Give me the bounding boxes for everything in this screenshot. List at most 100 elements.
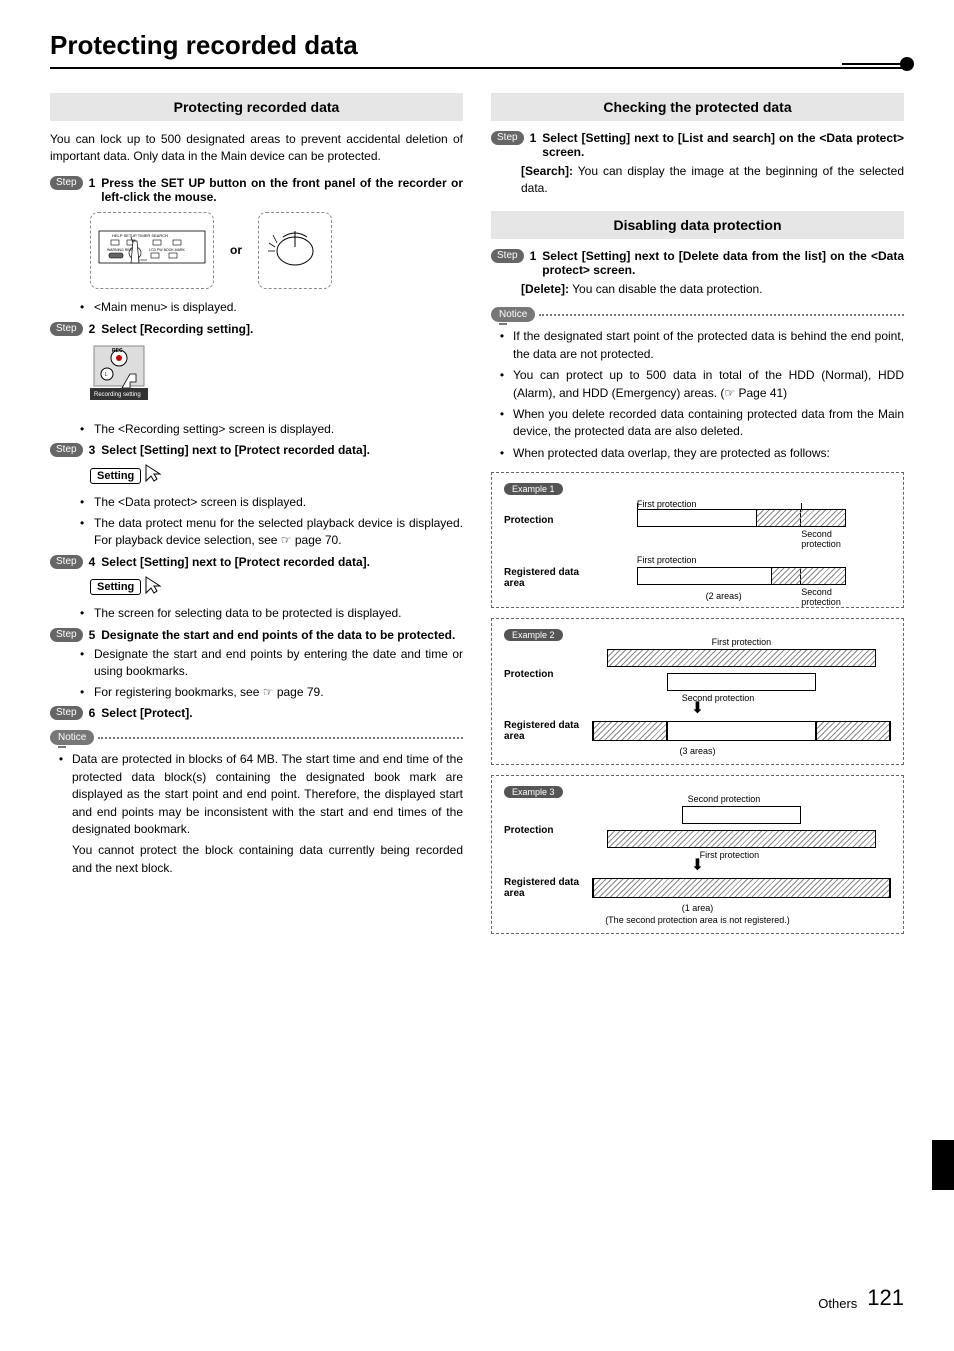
notice-r1: •If the designated start point of the pr… <box>491 328 904 363</box>
page-title: Protecting recorded data <box>50 30 904 69</box>
step-number: 1 <box>89 176 96 204</box>
svg-text:L: L <box>105 372 108 378</box>
step-1-text: Press the SET UP button on the front pan… <box>101 176 463 204</box>
step-badge: Step <box>491 249 524 263</box>
step-badge: Step <box>50 322 83 336</box>
step-1-result: •<Main menu> is displayed. <box>80 299 463 316</box>
notice-r2: •You can protect up to 500 data in total… <box>491 367 904 402</box>
example-3-note-1: (1 area) <box>504 903 891 913</box>
step-2-result: •The <Recording setting> screen is displ… <box>80 421 463 438</box>
or-label: or <box>230 243 242 257</box>
step-badge: Step <box>50 443 83 457</box>
protection-bar: Second protection First protection <box>592 806 891 856</box>
step-number: 3 <box>89 443 96 457</box>
example-1-badge: Example 1 <box>504 483 563 495</box>
svg-text:Recording setting: Recording setting <box>94 392 141 398</box>
step-number: 6 <box>89 706 96 720</box>
search-description: [Search]: You can display the image at t… <box>521 163 904 197</box>
intro-text: You can lock up to 500 designated areas … <box>50 131 463 166</box>
step-5-sub-2: •For registering bookmarks, see ☞ page 7… <box>80 684 463 701</box>
registered-bar: First protection Secondprotection (2 are… <box>592 561 891 595</box>
step-5-text: Designate the start and end points of th… <box>101 628 463 642</box>
section-protecting: Protecting recorded data <box>50 93 463 121</box>
svg-text:HELP SETUP TIMER SEARCH: HELP SETUP TIMER SEARCH <box>112 233 168 238</box>
step-badge: Step <box>50 628 83 642</box>
notice-r4: •When protected data overlap, they are p… <box>491 445 904 462</box>
step-number: 2 <box>89 322 96 336</box>
step-4-result: •The screen for selecting data to be pro… <box>80 605 463 622</box>
example-3: Example 3 Protection Second protection F… <box>491 775 904 934</box>
page-footer: Others 121 <box>818 1285 904 1311</box>
registered-bar <box>592 721 891 741</box>
right-column: Checking the protected data Step 1 Selec… <box>491 79 904 944</box>
setup-illustration: HELP SETUP TIMER SEARCH WARNING RESET LC… <box>90 212 463 289</box>
delete-description: [Delete]: You can disable the data prote… <box>521 281 904 298</box>
notice-divider: Notice <box>50 730 463 745</box>
example-2-badge: Example 2 <box>504 629 563 641</box>
example-2-note: (3 areas) <box>504 746 891 756</box>
section-disabling: Disabling data protection <box>491 211 904 239</box>
disabling-step-1-text: Select [Setting] next to [Delete data fr… <box>542 249 904 277</box>
notice-item-2: You cannot protect the block containing … <box>72 842 463 877</box>
cursor-icon <box>144 573 164 600</box>
notice-badge: Notice <box>50 730 94 745</box>
step-number: 5 <box>89 628 96 642</box>
notice-divider: Notice <box>491 307 904 322</box>
example-2: Example 2 Protection First protection Se… <box>491 618 904 765</box>
left-column: Protecting recorded data You can lock up… <box>50 79 463 944</box>
step-6-text: Select [Protect]. <box>101 706 463 720</box>
step-3: Step 3 Select [Setting] next to [Protect… <box>50 443 463 457</box>
notice-r3: •When you delete recorded data containin… <box>491 406 904 441</box>
example-1: Example 1 Protection First protection Se… <box>491 472 904 608</box>
svg-text:LCD PW BOOK MARK: LCD PW BOOK MARK <box>149 248 185 252</box>
side-tab <box>932 1140 954 1190</box>
step-4-text: Select [Setting] next to [Protect record… <box>101 555 463 569</box>
front-panel-diagram: HELP SETUP TIMER SEARCH WARNING RESET LC… <box>90 212 214 289</box>
example-3-badge: Example 3 <box>504 786 563 798</box>
registered-label: Registered data area <box>504 720 584 742</box>
step-number: 1 <box>530 249 537 277</box>
mouse-diagram <box>258 212 332 289</box>
step-3-result-1: •The <Data protect> screen is displayed. <box>80 494 463 511</box>
protection-bar: First protection Second protection <box>592 649 891 699</box>
recording-setting-icon: REC L Recording setting <box>90 344 463 413</box>
protection-label: Protection <box>504 669 584 680</box>
example-3-note-2: (The second protection area is not regis… <box>504 915 891 925</box>
step-5: Step 5 Designate the start and end point… <box>50 628 463 642</box>
svg-text:LOCK: LOCK <box>139 258 147 262</box>
protection-bar: First protection Secondprotection <box>592 503 891 537</box>
step-2: Step 2 Select [Recording setting]. <box>50 322 463 336</box>
registered-label: Registered data area <box>504 877 584 899</box>
section-checking: Checking the protected data <box>491 93 904 121</box>
registered-bar <box>592 878 891 898</box>
page-number: 121 <box>867 1285 904 1311</box>
page-marker <box>842 55 914 73</box>
svg-text:REC: REC <box>112 348 123 354</box>
step-3-text: Select [Setting] next to [Protect record… <box>101 443 463 457</box>
step-number: 4 <box>89 555 96 569</box>
notice-item-1: •Data are protected in blocks of 64 MB. … <box>50 751 463 838</box>
checking-step-1-text: Select [Setting] next to [List and searc… <box>542 131 904 159</box>
step-1: Step 1 Press the SET UP button on the fr… <box>50 176 463 204</box>
setting-button: Setting <box>90 468 141 484</box>
step-badge: Step <box>50 706 83 720</box>
step-3-result-2: •The data protect menu for the selected … <box>80 515 463 549</box>
checking-step-1: Step 1 Select [Setting] next to [List an… <box>491 131 904 159</box>
step-5-sub-1: •Designate the start and end points by e… <box>80 646 463 680</box>
cursor-icon <box>144 461 164 488</box>
step-badge: Step <box>491 131 524 145</box>
registered-label: Registered data area <box>504 567 584 589</box>
footer-category: Others <box>818 1296 857 1311</box>
protection-label: Protection <box>504 515 584 526</box>
step-badge: Step <box>50 176 83 190</box>
step-2-text: Select [Recording setting]. <box>101 322 463 336</box>
step-6: Step 6 Select [Protect]. <box>50 706 463 720</box>
protection-label: Protection <box>504 825 584 836</box>
setting-button: Setting <box>90 579 141 595</box>
step-badge: Step <box>50 555 83 569</box>
arrow-down-icon: ⬇ <box>504 703 891 716</box>
arrow-down-icon: ⬇ <box>504 860 891 873</box>
notice-badge: Notice <box>491 307 535 322</box>
step-4: Step 4 Select [Setting] next to [Protect… <box>50 555 463 569</box>
disabling-step-1: Step 1 Select [Setting] next to [Delete … <box>491 249 904 277</box>
